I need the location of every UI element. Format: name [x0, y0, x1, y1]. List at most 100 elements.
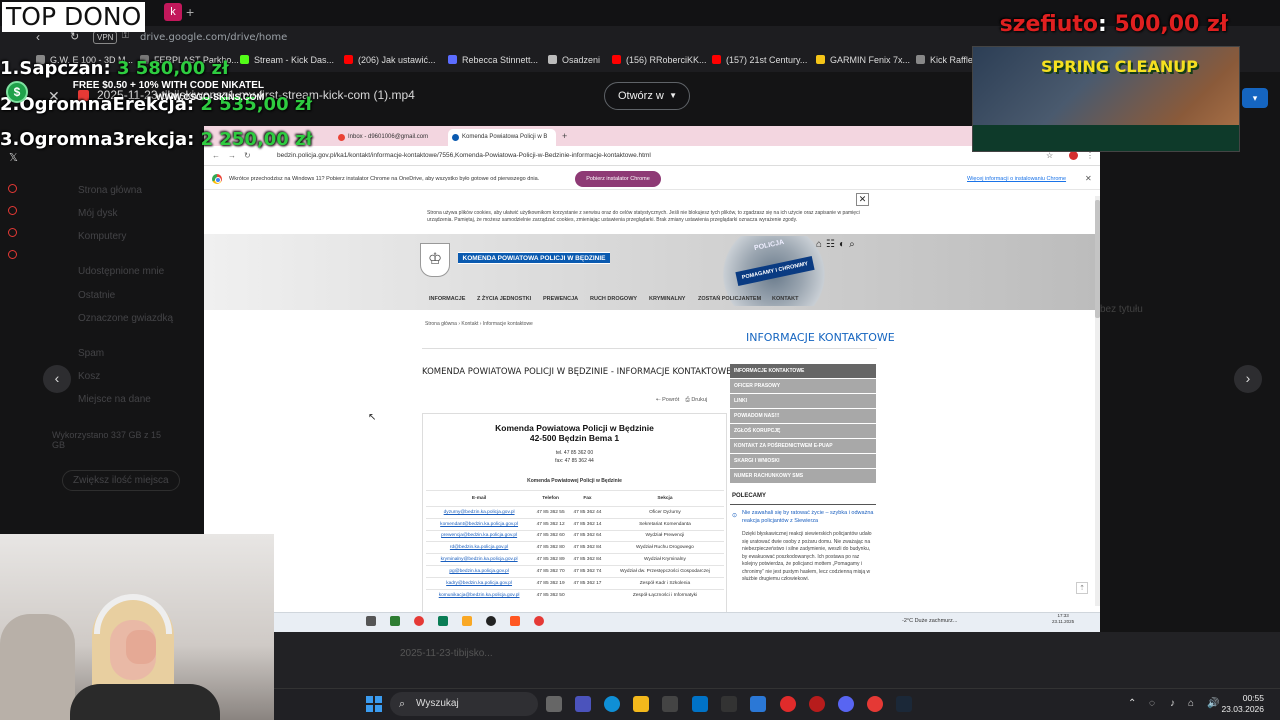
- right-panel-badge[interactable]: ▾: [1242, 88, 1268, 108]
- site-nav-item[interactable]: PREWENCJA: [543, 296, 578, 302]
- inner-weather[interactable]: -2°C Duże zachmurz...: [902, 618, 957, 624]
- app-icon-blue[interactable]: [750, 696, 766, 712]
- inner-reload-icon[interactable]: ↻: [244, 151, 251, 160]
- side-menu-item[interactable]: SKARGI I WNIOSKI: [730, 454, 876, 469]
- site-nav-item[interactable]: ZOSTAŃ POLICJANTEM: [698, 296, 761, 302]
- bookmark-item[interactable]: GARMIN Fenix 7x...: [816, 55, 910, 65]
- cookie-close-button[interactable]: ✕: [856, 193, 869, 206]
- inner-tab[interactable]: Komenda Powiatowa Policji w B: [448, 129, 556, 146]
- inner-brave-icon[interactable]: [510, 616, 520, 626]
- sponsor-banner[interactable]: SPRING CLEANUP: [972, 46, 1240, 152]
- steam-icon[interactable]: [896, 696, 912, 712]
- recommended-link[interactable]: Nie zawahali się by ratować życie – szyb…: [742, 510, 874, 525]
- inner-forward-icon[interactable]: →: [228, 151, 236, 160]
- side-menu-item[interactable]: KONTAKT ZA POŚREDNICTWEM E-PUAP: [730, 439, 876, 454]
- previous-file-button[interactable]: ‹: [43, 365, 71, 393]
- side-menu-item[interactable]: NUMER RACHUNKOWY SMS: [730, 469, 876, 484]
- email-link[interactable]: komendant@bedzin.ka.policja.gov.pl: [426, 517, 533, 531]
- kebab-menu-icon[interactable]: ⋮: [1086, 151, 1094, 160]
- opera-gx-icon[interactable]: [780, 696, 796, 712]
- back-link[interactable]: ⇠ Powrót: [656, 397, 679, 403]
- network-icon[interactable]: ⌂: [1188, 698, 1194, 709]
- home-icon[interactable]: ⌂: [816, 239, 826, 250]
- discord-icon[interactable]: [838, 696, 854, 712]
- bookmark-item[interactable]: (157) 21st Century...: [712, 55, 807, 65]
- email-link[interactable]: kadry@bedzin.ka.policja.gov.pl: [426, 576, 533, 590]
- email-link[interactable]: rd@bedzin.ka.policja.gov.pl: [426, 541, 533, 554]
- profile-avatar[interactable]: [1069, 151, 1078, 160]
- inner-chrome-icon[interactable]: [534, 616, 544, 626]
- inner-back-icon[interactable]: ←: [212, 151, 220, 160]
- site-nav-item[interactable]: INFORMACJE: [429, 296, 465, 302]
- info-bar-close-icon[interactable]: ✕: [1085, 174, 1092, 183]
- email-link[interactable]: dyzurny@bedzin.ka.policja.gov.pl: [426, 506, 533, 519]
- outer-url[interactable]: drive.google.com/drive/home: [140, 32, 287, 43]
- back-icon[interactable]: ‹: [36, 30, 40, 44]
- email-link[interactable]: komunikacja@bedzin.ka.policja.gov.pl: [426, 588, 533, 601]
- download-installer-button[interactable]: Pobierz instalator Chrome: [575, 171, 661, 187]
- opera-icon[interactable]: [809, 696, 825, 712]
- side-menu-item[interactable]: OFICER PRASOWY: [730, 379, 876, 394]
- mail-icon[interactable]: [692, 696, 708, 712]
- taskbar-clock[interactable]: 00:55 23.03.2026: [1216, 693, 1264, 715]
- site-nav-item[interactable]: RUCH DROGOWY: [590, 296, 637, 302]
- inner-tab[interactable]: Inbox - d9601006@gmail.com: [334, 129, 438, 146]
- bookmark-star-icon[interactable]: ☆: [1046, 151, 1053, 160]
- breadcrumb[interactable]: Strona główna › Kontakt › Informacje kon…: [425, 321, 533, 327]
- inner-clock[interactable]: 17:33 23.11.2025: [1052, 613, 1074, 625]
- inner-app-icon-4[interactable]: [486, 616, 496, 626]
- email-link[interactable]: prewencja@bedzin.ka.policja.gov.pl: [426, 529, 533, 542]
- chrome-icon[interactable]: [867, 696, 883, 712]
- drive-file-row[interactable]: 2025-11-23-tibijsko...: [400, 648, 493, 659]
- open-with-button[interactable]: Otwórz w ▼: [604, 82, 690, 110]
- install-info-link[interactable]: Więcej informacji o instalowaniu Chrome: [967, 176, 1066, 182]
- side-menu-item[interactable]: LINKI: [730, 394, 876, 409]
- file-explorer-icon[interactable]: [633, 696, 649, 712]
- vpn-badge[interactable]: VPN: [93, 31, 118, 44]
- inner-url[interactable]: bedzin.policja.gov.pl/ka1/kontakt/inform…: [277, 152, 651, 159]
- windows-start-icon[interactable]: [366, 696, 382, 712]
- app-icon-g[interactable]: [721, 696, 737, 712]
- sitemap-icon[interactable]: ☷: [826, 239, 839, 250]
- edge-icon[interactable]: [604, 696, 620, 712]
- scrollbar-thumb[interactable]: [1095, 200, 1100, 318]
- site-nav-item[interactable]: KONTAKT: [772, 296, 798, 302]
- side-menu-item[interactable]: INFORMACJE KONTAKTOWE: [730, 364, 876, 379]
- inner-app-icon-1[interactable]: [390, 616, 400, 626]
- site-name[interactable]: KOMENDA POWIATOWA POLICJI W BĘDZINIE: [458, 252, 610, 264]
- task-view-icon[interactable]: [546, 696, 562, 712]
- bookmark-item[interactable]: (156) RRoberciKK...: [612, 55, 707, 65]
- inner-new-tab-icon[interactable]: +: [562, 131, 567, 141]
- inner-folder-icon[interactable]: [462, 616, 472, 626]
- email-link[interactable]: pg@bedzin.ka.policja.gov.pl: [426, 564, 533, 578]
- inner-app-icon-3[interactable]: [438, 616, 448, 626]
- site-nav-item[interactable]: KRYMINALNY: [649, 296, 685, 302]
- side-menu-item[interactable]: POWIADOM NAS!!!: [730, 409, 876, 424]
- teams-icon[interactable]: [575, 696, 591, 712]
- microphone-icon[interactable]: ♪: [1170, 698, 1175, 709]
- store-icon[interactable]: [662, 696, 678, 712]
- inner-taskview-icon[interactable]: [366, 616, 376, 626]
- side-icon-4[interactable]: [8, 250, 17, 259]
- bookmark-item[interactable]: Osadzeni: [548, 55, 600, 65]
- scroll-top-icon[interactable]: ⇡: [1076, 582, 1088, 594]
- contrast-icon[interactable]: ◐: [839, 239, 849, 250]
- bookmark-item[interactable]: Kick Raffle: [916, 55, 973, 65]
- bookmark-item[interactable]: Stream - Kick Das...: [240, 55, 334, 65]
- search-icon[interactable]: ⌕: [849, 239, 859, 250]
- side-icon-3[interactable]: [8, 228, 17, 237]
- wifi-icon[interactable]: ◌: [1149, 698, 1155, 709]
- kick-tab-icon[interactable]: k: [164, 3, 182, 21]
- x-logo-icon[interactable]: 𝕏: [9, 151, 18, 164]
- inner-app-icon-2[interactable]: [414, 616, 424, 626]
- side-icon-2[interactable]: [8, 206, 17, 215]
- next-file-button[interactable]: ›: [1234, 365, 1262, 393]
- bookmark-item[interactable]: (206) Jak ustawić...: [344, 55, 436, 65]
- new-tab-button[interactable]: +: [186, 4, 194, 20]
- bookmark-item[interactable]: Rebecca Stinnett...: [448, 55, 538, 65]
- tray-overflow-icon[interactable]: ⌃: [1128, 698, 1136, 709]
- side-icon-1[interactable]: [8, 184, 17, 193]
- email-link[interactable]: kryminalny@bedzin.ka.policja.gov.pl: [426, 553, 533, 566]
- taskbar-search[interactable]: ⌕ Wyszukaj: [390, 692, 538, 716]
- site-nav-item[interactable]: Z ŻYCIA JEDNOSTKI: [477, 296, 531, 302]
